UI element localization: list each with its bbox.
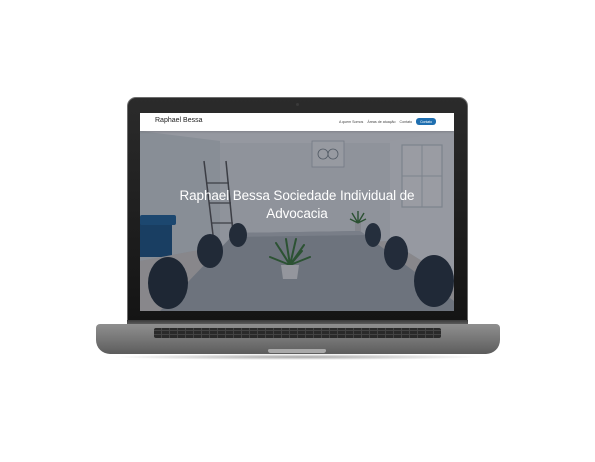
laptop-shadow: [112, 354, 484, 360]
camera-icon: [296, 103, 299, 106]
nav-link-contact[interactable]: Contato: [400, 120, 413, 124]
nav-link-areas[interactable]: Áreas de atuação: [367, 120, 395, 124]
nav-link-about[interactable]: A quem Somos: [339, 120, 363, 124]
trackpad: [268, 349, 326, 353]
site-navbar: Raphael Bessa A quem Somos Áreas de atua…: [140, 113, 454, 131]
site-brand[interactable]: Raphael Bessa: [155, 117, 202, 124]
hero-section: Raphael Bessa Sociedade Individual de Ad…: [140, 131, 454, 311]
hero-title: Raphael Bessa Sociedade Individual de Ad…: [179, 188, 415, 221]
laptop-screen: Raphael Bessa A quem Somos Áreas de atua…: [140, 113, 454, 311]
nav-menu: A quem Somos Áreas de atuação Contato Co…: [339, 118, 436, 125]
keyboard: [154, 328, 441, 338]
contact-button[interactable]: Contato: [416, 118, 436, 125]
